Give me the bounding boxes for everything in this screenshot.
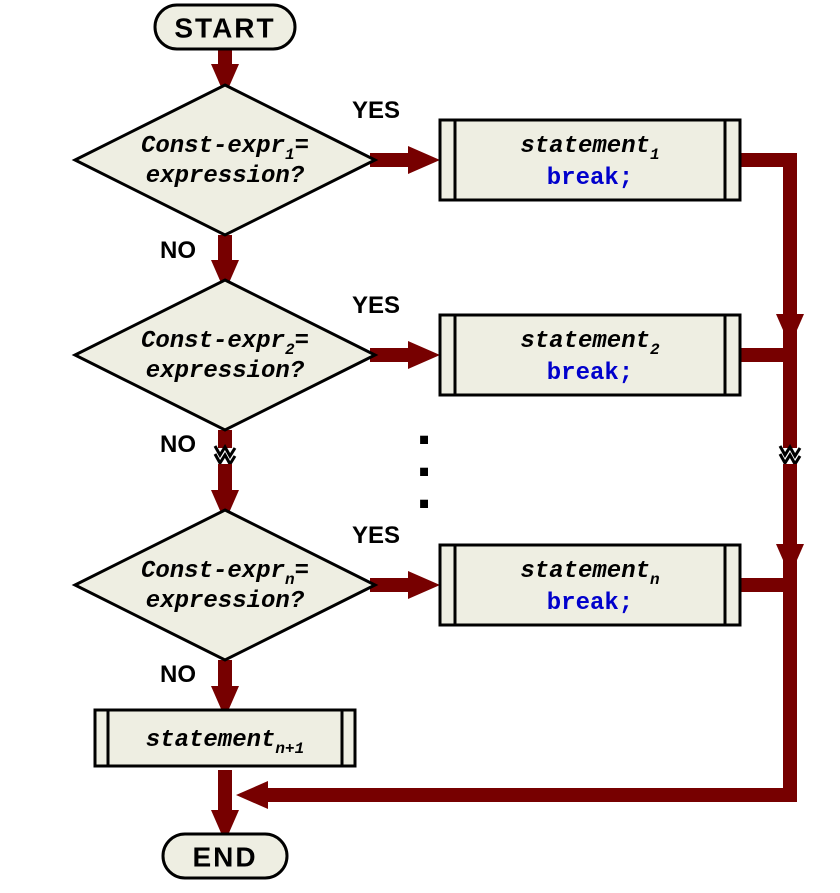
process-default: statementn+1 [95,710,355,766]
svg-text:break;: break; [547,165,633,192]
decision-n: Const-exprn= expression? [75,510,375,660]
decision-1: Const-expr1= expression? [75,85,375,235]
process-2: statement2 break; [440,315,740,395]
end-label: END [192,841,257,872]
ellipsis-dot: . [407,461,441,525]
yes-label-1: YES [352,97,400,124]
svg-text:statementn: statementn [520,558,659,589]
svg-text:break;: break; [547,360,633,387]
svg-text:Const-expr1=: Const-expr1= [141,133,309,164]
yes-label-3: YES [352,522,400,549]
no-label-1: NO [160,237,196,264]
process-1: statement1 break; [440,120,740,200]
svg-text:statement2: statement2 [520,328,660,359]
switch-flowchart: YES NO YES NO YES NO . . . START Const-e… [0,0,840,893]
svg-text:break;: break; [547,590,633,617]
no-label-3: NO [160,661,196,688]
svg-text:expression?: expression? [146,588,305,615]
svg-text:statement1: statement1 [520,133,659,164]
no-label-2: NO [160,431,196,458]
decision-2: Const-expr2= expression? [75,280,375,430]
process-n: statementn break; [440,545,740,625]
svg-text:Const-expr2=: Const-expr2= [141,328,309,359]
yes-label-2: YES [352,292,400,319]
start-terminal: START [155,5,295,49]
end-terminal: END [163,834,287,878]
start-label: START [174,12,275,43]
svg-text:expression?: expression? [146,163,305,190]
svg-text:Const-exprn=: Const-exprn= [141,558,309,589]
svg-text:expression?: expression? [146,358,305,385]
